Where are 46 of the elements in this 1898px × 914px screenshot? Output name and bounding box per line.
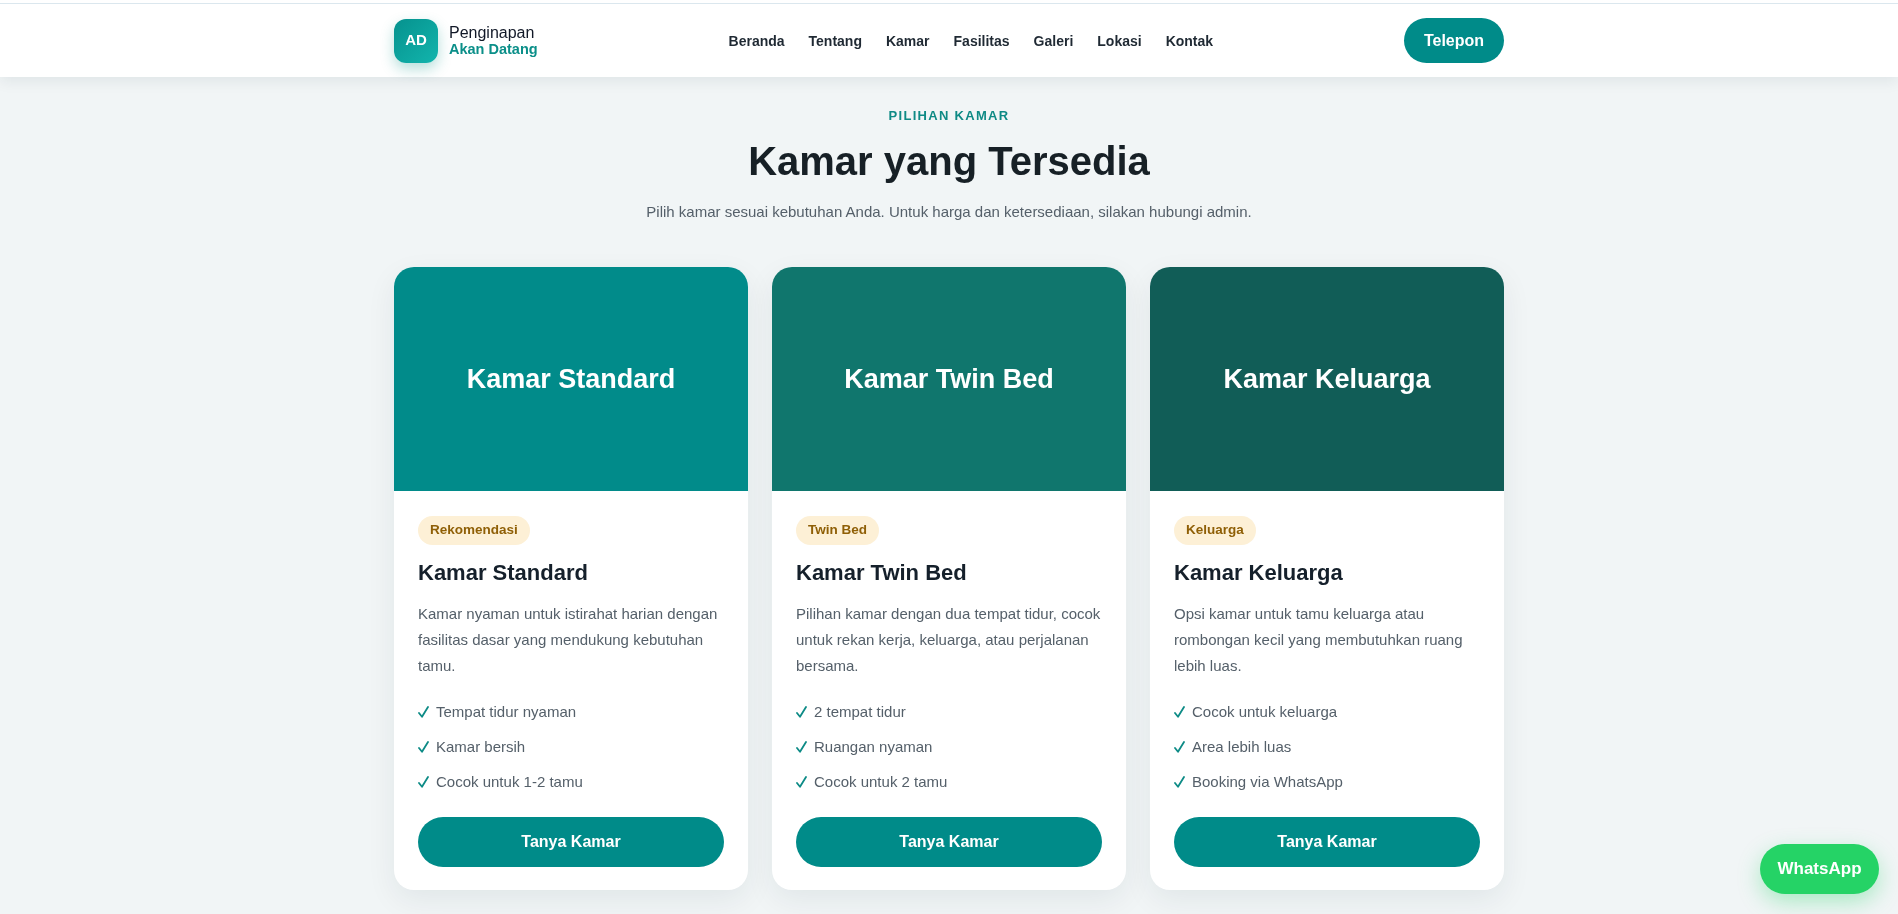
check-icon bbox=[796, 741, 807, 753]
feature-text: Cocok untuk 2 tamu bbox=[814, 772, 948, 792]
nav-link[interactable]: Tentang bbox=[808, 30, 862, 51]
room-title: Kamar Standard bbox=[418, 559, 589, 587]
brand-name: Penginapan bbox=[449, 23, 536, 41]
feature-text: Kamar bersih bbox=[436, 737, 526, 757]
room-description: Opsi kamar untuk tamu keluarga atau rombongan kecil yang membutuhkan ruang lebih luas. bbox=[1174, 604, 1464, 676]
nav-link[interactable]: Fasilitas bbox=[953, 30, 1010, 51]
feature-text: Ruangan nyaman bbox=[814, 737, 933, 757]
nav-link[interactable]: Lokasi bbox=[1097, 30, 1142, 51]
room-title: Kamar Twin Bed bbox=[796, 559, 968, 587]
brand-tagline: Akan Datang bbox=[449, 40, 538, 58]
nav-link[interactable]: Beranda bbox=[728, 30, 785, 51]
check-icon bbox=[418, 706, 429, 718]
nav-link[interactable]: Galeri bbox=[1033, 30, 1074, 51]
check-icon bbox=[1174, 706, 1185, 718]
feature-text: Cocok untuk 1-2 tamu bbox=[436, 772, 583, 792]
nav-link[interactable]: Kamar bbox=[885, 30, 930, 51]
feature-text: Cocok untuk keluarga bbox=[1192, 702, 1338, 722]
check-icon bbox=[418, 776, 429, 788]
phone-button[interactable]: Telepon bbox=[1404, 18, 1504, 63]
check-icon bbox=[418, 741, 429, 753]
check-icon bbox=[796, 706, 807, 718]
feature-text: 2 tempat tidur bbox=[814, 702, 906, 722]
banner-title: Kamar Twin Bed bbox=[844, 363, 1054, 396]
feature-text: Booking via WhatsApp bbox=[1192, 772, 1343, 792]
feature-text: Area lebih luas bbox=[1192, 737, 1292, 757]
room-description: Pilihan kamar dengan dua tempat tidur, cocok untuk rekan kerja, keluarga, atau perjalanan bersama. bbox=[796, 604, 1102, 676]
check-icon bbox=[1174, 741, 1185, 753]
nav-link[interactable]: Kontak bbox=[1165, 30, 1214, 51]
banner-title: Kamar Standard bbox=[466, 363, 676, 396]
banner-title: Kamar Keluarga bbox=[1223, 363, 1431, 396]
feature-text: Tempat tidur nyaman bbox=[436, 702, 577, 722]
section-subtitle: Pilih kamar sesuai kebutuhan Anda. Untuk harga dan ketersediaan, silakan hubungi admin. bbox=[646, 202, 1252, 222]
ask-room-button[interactable]: Tanya Kamar bbox=[418, 817, 724, 867]
section-title: Kamar yang Tersedia bbox=[748, 138, 1150, 185]
check-icon bbox=[796, 776, 807, 788]
room-tag: Rekomendasi bbox=[418, 516, 530, 545]
room-title: Kamar Keluarga bbox=[1174, 559, 1344, 587]
room-tag: Twin Bed bbox=[796, 516, 879, 545]
section-eyebrow: PILIHAN KAMAR bbox=[888, 108, 1010, 124]
ask-room-button[interactable]: Tanya Kamar bbox=[1174, 817, 1480, 867]
room-tag: Keluarga bbox=[1174, 516, 1256, 545]
ask-room-button[interactable]: Tanya Kamar bbox=[796, 817, 1102, 867]
check-icon bbox=[1174, 776, 1185, 788]
room-description: Kamar nyaman untuk istirahat harian dengan fasilitas dasar yang mendukung kebutuhan tamu. bbox=[418, 604, 719, 676]
